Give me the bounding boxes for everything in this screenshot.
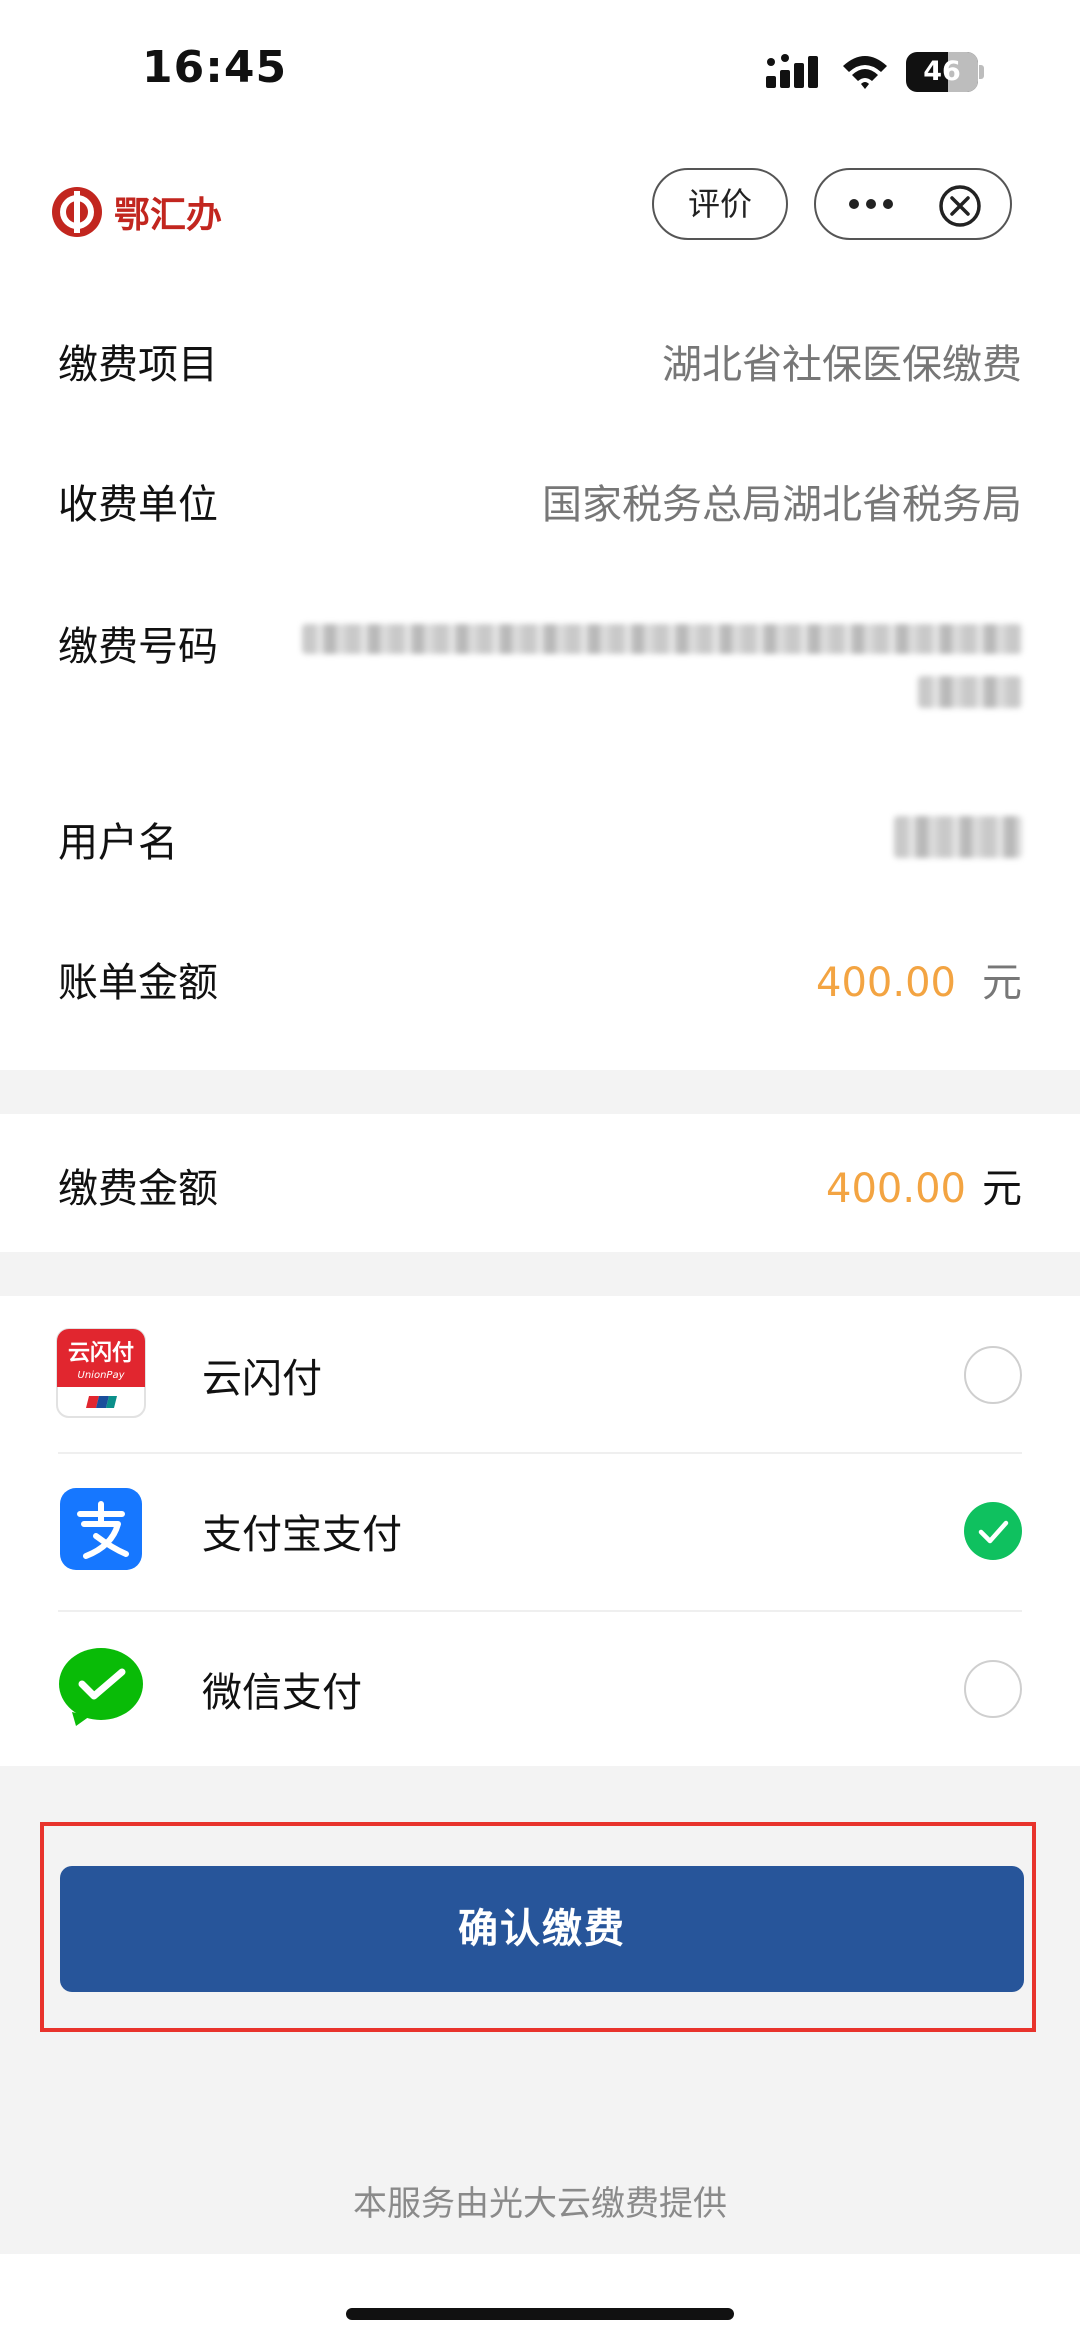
- payment-method-wechat[interactable]: 微信支付: [0, 1612, 1080, 1768]
- evaluate-button[interactable]: 评价: [652, 168, 788, 240]
- wechat-pay-icon: [59, 1648, 143, 1726]
- close-icon[interactable]: [938, 184, 982, 228]
- logo-emblem-icon: [52, 187, 102, 237]
- bill-amount-label: 账单金额: [58, 960, 218, 1006]
- username-redacted: [894, 816, 1022, 858]
- more-options-icon[interactable]: [836, 170, 906, 238]
- section-divider: [0, 1252, 1080, 1296]
- service-provider-note: 本服务由光大云缴费提供: [353, 2184, 727, 2224]
- payment-amount-label: 缴费金额: [58, 1166, 218, 1212]
- app-logo: 鄂汇办: [50, 182, 222, 242]
- payment-method-name: 微信支付: [202, 1670, 362, 1716]
- payment-method-alipay[interactable]: 支付宝支付: [0, 1454, 1080, 1610]
- battery-icon: 46: [906, 52, 984, 92]
- bill-amount-value-group: 400.00 元: [816, 950, 1022, 1008]
- payment-number-row: 缴费号码: [58, 614, 1022, 724]
- alipay-icon: [60, 1488, 142, 1570]
- logo-text: 鄂汇办: [114, 194, 223, 236]
- bill-amount-unit: 元: [982, 960, 1022, 1006]
- payment-method-unionpay[interactable]: 云闪付 UnionPay 云闪付: [0, 1298, 1080, 1454]
- unionpay-icon-subtext: UnionPay: [78, 1370, 126, 1381]
- status-time: 16:45: [142, 42, 288, 93]
- payment-amount-unit: 元: [982, 1166, 1022, 1212]
- home-indicator[interactable]: [346, 2308, 734, 2320]
- payment-amount-value-group: 400.00 元: [826, 1156, 1022, 1214]
- cellular-signal-icon: [766, 54, 818, 88]
- mini-program-capsule: [814, 168, 1012, 240]
- payment-method-name: 云闪付: [202, 1356, 322, 1402]
- unionpay-quickpass-icon: 云闪付 UnionPay: [56, 1328, 146, 1418]
- payment-number-label: 缴费号码: [58, 624, 218, 670]
- status-bar: 16:45 46: [0, 0, 1080, 150]
- bill-amount-value: 400.00: [816, 960, 956, 1006]
- username-label: 用户名: [58, 820, 178, 866]
- alipay-radio-checked-icon[interactable]: [964, 1502, 1022, 1560]
- payment-number-redacted-2: [918, 676, 1022, 708]
- bill-item-label: 缴费项目: [58, 342, 218, 388]
- payment-number-redacted: [302, 624, 1022, 654]
- unionpay-icon-text: 云闪付: [68, 1341, 134, 1366]
- bill-item-value: 湖北省社保医保缴费: [662, 342, 1022, 388]
- confirm-payment-button[interactable]: 确认缴费: [60, 1866, 1024, 1992]
- payment-method-name: 支付宝支付: [202, 1512, 402, 1558]
- section-divider: [0, 1070, 1080, 1114]
- battery-level: 46: [923, 56, 961, 87]
- payee-value: 国家税务总局湖北省税务局: [542, 482, 1022, 528]
- payment-amount-value: 400.00: [826, 1166, 966, 1212]
- wechat-radio[interactable]: [964, 1660, 1022, 1718]
- payee-label: 收费单位: [58, 482, 218, 528]
- confirm-highlight-box: 确认缴费: [40, 1822, 1036, 2032]
- wifi-icon: [843, 56, 887, 89]
- mini-program-nav-bar: 鄂汇办 评价: [0, 160, 1080, 270]
- unionpay-radio[interactable]: [964, 1346, 1022, 1404]
